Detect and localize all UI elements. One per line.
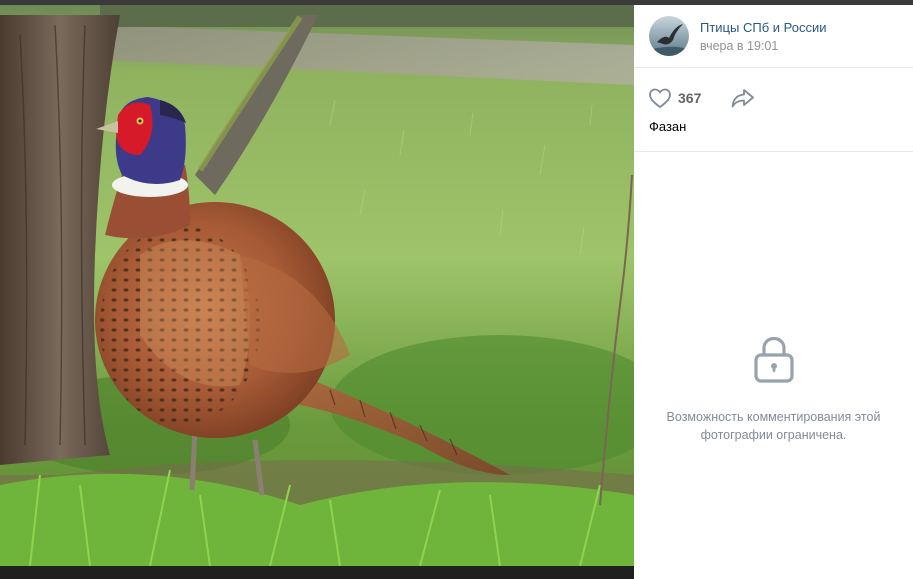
comments-restricted-line-2: фотографии ограничена. [700,428,847,442]
author-name-link[interactable]: Птицы СПб и России [700,20,826,35]
lock-icon [753,335,795,388]
like-button[interactable]: 367 [648,87,701,109]
pheasant-photo [0,5,634,566]
comments-restricted-text: Возможность комментирования этой фотогра… [634,408,913,444]
photo-caption: Фазан [649,119,687,134]
share-button[interactable] [730,87,756,114]
like-count: 367 [678,90,702,106]
viewer-bottom-bar [0,566,634,579]
comments-restricted-notice: Возможность комментирования этой фотогра… [634,335,913,444]
actions-area: 367 Фазан [634,68,913,152]
heart-icon [648,87,672,109]
bird-avatar-icon [649,16,689,56]
comments-restricted-line-1: Возможность комментирования этой [666,410,881,424]
photo-side-panel: Птицы СПб и России вчера в 19:01 367 Фаз… [634,5,913,579]
share-arrow-icon [730,87,756,109]
author-avatar[interactable] [649,16,689,56]
post-timestamp[interactable]: вчера в 19:01 [700,39,778,53]
author-header: Птицы СПб и России вчера в 19:01 [634,5,913,68]
post-photo[interactable] [0,5,634,566]
